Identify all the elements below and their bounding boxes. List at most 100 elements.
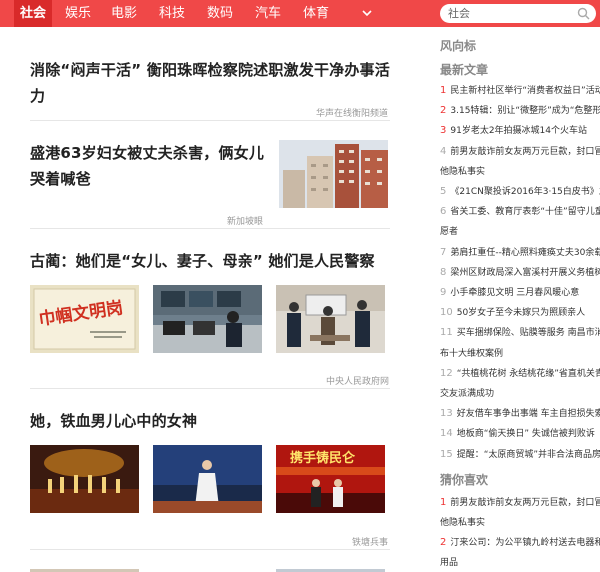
article-title-line2[interactable]: 哭着喊爸 [30,166,91,192]
sidebar-list-item[interactable]: 9 小手牵膝见文明 三月春风暖心意 [440,285,600,298]
list-item-rank: 3 [440,125,447,137]
latest-header: 最新文章 [440,63,489,77]
list-item-text: 地板商“偷天换日” 失诚信被判败诉 [456,429,595,440]
list-item-rank: 5 [440,186,447,197]
sidebar-list-item[interactable]: 他隐私事实 [440,515,600,528]
article-source: 中央人民政府网 [326,377,390,387]
article-title[interactable]: 古蔺：她们是“女儿、妻子、母亲” 她们是人民警察 [30,248,375,274]
list-item-text: 汀来公司：为公平镇九岭村送去电器和 [450,538,600,549]
list-item-rank: 6 [440,206,447,218]
list-item-text: 前男友敲诈前女友两万元巨款，封口冒 [450,497,600,508]
article-thumbnail-buildings[interactable] [279,140,388,208]
list-item-text: 民主新村社区举行“消费者权益日”活动 [450,86,600,96]
divider [30,228,390,229]
article-title-line1[interactable]: 盛港63岁妇女被丈夫杀害，俩女儿 [30,140,264,166]
list-item-text: 他隐私事实 [440,166,486,177]
search-input-value: 社会 [448,7,470,20]
list-item-text: 梁州区财政局深入富溪村开展义务植树 [450,267,600,278]
list-item-rank: 8 [440,266,447,278]
list-item-text: 50岁女子至今未嫁只为照顾亲人 [456,308,586,319]
guess-header: 猜你喜欢 [440,472,489,487]
sidebar-list-item[interactable]: 用品 [440,555,600,568]
sidebar: 风向标 最新文章 1 民主新村社区举行“消费者权益日”活动 2 3.15特辑：别让“微… [430,27,600,572]
list-item-text: 好友借车事争出事端 车主自担损失索 [456,409,600,420]
list-item-rank: 15 [440,448,453,460]
list-item-rank: 12 [440,367,453,379]
nav-tab-digital[interactable]: 数码 [204,0,236,27]
list-item-rank: 9 [440,287,447,298]
article-title[interactable]: 消除“闷声干活” 衡阳珠晖检察院述职激发干净办事活力 [30,57,400,109]
banner-text: 携手铸民仑 [290,451,356,466]
article-image-performer[interactable] [153,445,262,513]
sidebar-list-item[interactable]: 愿者 [440,224,600,237]
sidebar-list-item[interactable]: 8 梁州区财政局深入富溪村开展义务植树 [440,265,600,278]
top-nav: 社会 娱乐 电影 科技 数码 汽车 体育 社会 [0,0,600,27]
list-item-text: 愿者 [440,227,459,238]
sidebar-list-item[interactable]: 13 好友借车事争出事端 车主自担损失索 [440,406,600,419]
list-item-rank: 11 [440,327,453,339]
sidebar-list-item[interactable]: 5 《21CN聚投诉2016年3·15白皮书》之 [440,184,600,197]
nav-tab-movies[interactable]: 电影 [108,0,140,27]
list-item-text: 提醒：“太原商贸城”并非合法商品房交 [456,449,600,460]
nav-tab-entertainment[interactable]: 娱乐 [62,0,94,27]
list-item-text: 91岁老太2年拍摄冰城14个火车站 [450,126,588,137]
list-item-rank: 10 [440,307,453,319]
sidebar-header: 风向标 [440,39,477,53]
list-item-rank: 1 [440,85,447,96]
chevron-down-icon[interactable] [362,8,372,18]
article-image-control-room[interactable] [153,285,262,353]
list-item-text: 用品 [440,558,459,569]
article-source: 铁塘兵事 [352,538,389,548]
sidebar-list-item[interactable]: 1 民主新村社区举行“消费者权益日”活动 [440,83,600,96]
list-item-text: 交友派满成功 [440,389,495,399]
nav-tab-tech[interactable]: 科技 [156,0,188,27]
nav-tab-society[interactable]: 社会 [14,0,52,27]
sidebar-list-item[interactable]: 7 弟肩扛重任--精心照料瘫痪丈夫30余载 [440,245,600,258]
list-item-text: 买车捆绑保险、贴膜等服务 南昌市消 [456,328,600,339]
divider [30,388,390,389]
list-item-rank: 14 [440,428,453,440]
list-item-text: 布十大维权案例 [440,348,504,359]
sidebar-list-item[interactable]: 12 “共植桃花树 永结桃花缘”省直机关青年 [440,366,600,379]
list-item-text: 小手牵膝见文明 三月春风暖心意 [450,288,580,298]
sidebar-list-item[interactable]: 交友派满成功 [440,386,600,399]
article-source: 新加坡眼 [227,217,264,227]
search-icon[interactable] [577,7,590,20]
nav-tab-auto[interactable]: 汽车 [252,0,284,27]
sidebar-list-item[interactable]: 2 3.15特辑：别让“微整形”成为“危整形” [440,103,600,116]
list-item-text: 3.15特辑：别让“微整形”成为“危整形” [450,106,600,117]
sidebar-list-item[interactable]: 6 省关工委、教育厅表彰“十佳”留守儿童 [440,204,600,217]
news-feed: 消除“闷声干活” 衡阳珠晖检察院述职激发干净办事活力 华声在线衡阳频道 盛港63… [0,27,400,572]
list-item-rank: 4 [440,145,447,157]
list-item-text: 他隐私事实 [440,518,486,528]
list-item-text: 前男友敲诈前女友两万元巨款，封口冒 [450,146,600,157]
article-source: 华声在线衡阳频道 [316,109,389,119]
list-item-rank: 2 [440,105,447,117]
divider [30,120,390,121]
list-item-text: “共植桃花树 永结桃花缘”省直机关青年 [456,368,600,379]
sidebar-list-item[interactable]: 14 地板商“偷天换日” 失诚信被判败诉 [440,426,600,439]
sidebar-list-item[interactable]: 4 前男友敲诈前女友两万元巨款，封口冒 [440,144,600,157]
article-title[interactable]: 她，铁血男儿心中的女神 [30,408,197,434]
sidebar-list-item[interactable]: 他隐私事实 [440,164,600,177]
article-image-honor-plaque[interactable]: 巾帼文明岗 [30,285,139,353]
list-item-rank: 13 [440,408,453,420]
sidebar-list-item[interactable]: 11 买车捆绑保险、贴膜等服务 南昌市消 [440,325,600,338]
sidebar-list-item[interactable]: 1 前男友敲诈前女友两万元巨款，封口冒 [440,495,600,508]
sidebar-list-item[interactable]: 3 91岁老太2年拍摄冰城14个火车站 [440,123,600,136]
nav-tab-sports[interactable]: 体育 [300,0,332,27]
article-image-stage-show[interactable] [30,445,139,513]
sidebar-list-item[interactable]: 10 50岁女子至今未嫁只为照顾亲人 [440,305,600,318]
list-item-text: 省关工委、教育厅表彰“十佳”留守儿童 [450,207,600,218]
article-image-officers[interactable] [276,285,385,353]
divider [30,549,390,550]
list-item-rank: 2 [440,537,447,549]
list-item-rank: 7 [440,246,447,258]
sidebar-list-item[interactable]: 布十大维权案例 [440,346,600,359]
sidebar-list-item[interactable]: 15 提醒：“太原商贸城”并非合法商品房交 [440,447,600,460]
article-image-ceremony[interactable]: 携手铸民仑 [276,445,385,513]
search-input[interactable]: 社会 [440,4,596,23]
list-item-rank: 1 [440,496,447,508]
sidebar-list-item[interactable]: 2 汀来公司：为公平镇九岭村送去电器和 [440,535,600,548]
list-item-text: 《21CN聚投诉2016年3·15白皮书》之 [450,187,600,197]
